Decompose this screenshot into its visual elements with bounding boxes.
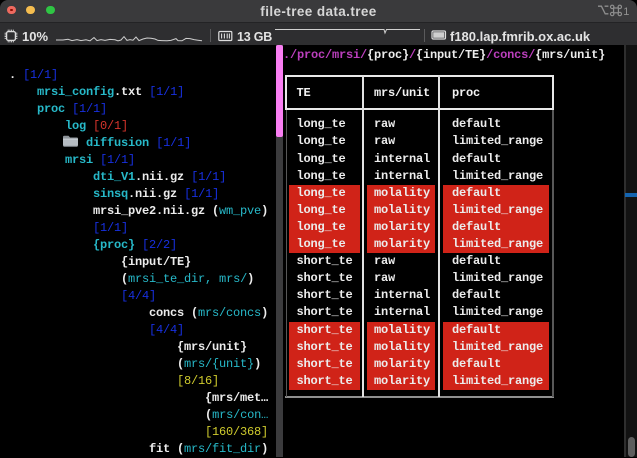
svg-text:1: 1 <box>623 6 629 18</box>
